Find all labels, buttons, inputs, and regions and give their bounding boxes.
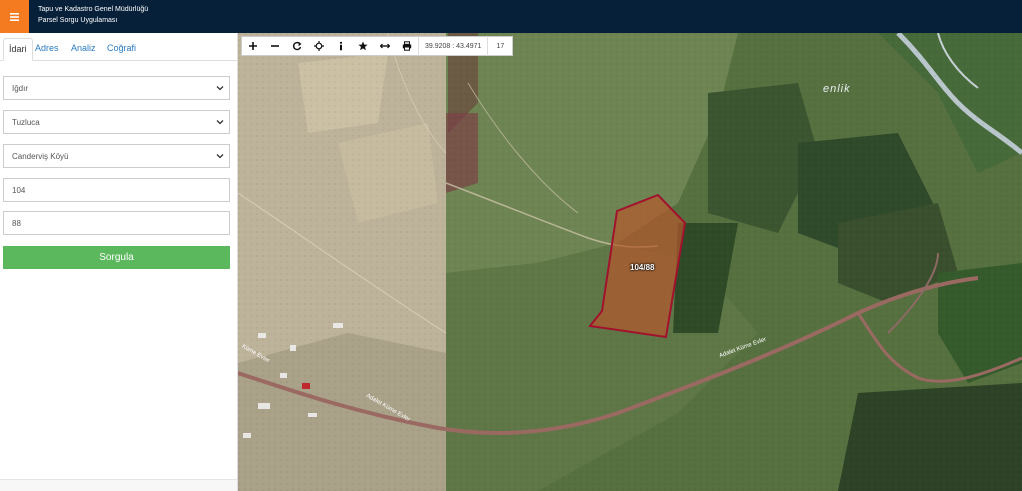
sidebar-footer [0, 479, 237, 491]
locate-button[interactable] [308, 36, 330, 56]
measure-button[interactable] [374, 36, 396, 56]
zoom-out-button[interactable] [264, 36, 286, 56]
district-select[interactable]: Tuzluca [3, 110, 230, 134]
district-select-value: Tuzluca [12, 117, 40, 127]
block-number-value: 104 [12, 185, 26, 195]
sidebar-tabs: İdari Adres Analiz Coğrafi [0, 33, 237, 61]
locate-icon [314, 41, 324, 51]
tab-cografi[interactable]: Coğrafi [102, 38, 141, 61]
star-icon [358, 41, 368, 51]
neighborhood-select-value: Canderviş Köyü [12, 151, 69, 161]
query-button[interactable]: Sorgula [3, 246, 230, 269]
place-label: enlik [823, 83, 851, 95]
chevron-down-icon [216, 120, 224, 125]
zoom-out-icon [271, 45, 279, 47]
coordinate-readout: 39.9208 : 43.4971 [418, 36, 487, 56]
print-button[interactable] [396, 36, 418, 56]
tab-analiz[interactable]: Analiz [66, 38, 101, 61]
chevron-down-icon [216, 154, 224, 159]
province-select[interactable]: Iğdır [3, 76, 230, 100]
parcel-number-value: 88 [12, 218, 21, 228]
refresh-icon [292, 41, 302, 51]
parcel-label: 104/88 [630, 263, 655, 272]
app-title-line2: Parsel Sorgu Uygulaması [38, 17, 118, 24]
info-button[interactable] [330, 36, 352, 56]
info-icon [339, 41, 343, 51]
tab-adres[interactable]: Adres [30, 38, 64, 61]
sidebar: İdari Adres Analiz Coğrafi Iğdır Tuzluca… [0, 33, 238, 491]
print-icon [402, 41, 412, 51]
app-header: Tapu ve Kadastro Genel Müdürlüğü Parsel … [0, 0, 1022, 33]
zoom-in-button[interactable] [242, 36, 264, 56]
province-select-value: Iğdır [12, 83, 29, 93]
hamburger-icon [10, 12, 19, 21]
favorite-button[interactable] [352, 36, 374, 56]
tab-idari[interactable]: İdari [3, 38, 33, 61]
menu-button[interactable] [0, 0, 29, 33]
neighborhood-select[interactable]: Canderviş Köyü [3, 144, 230, 168]
measure-icon [380, 43, 390, 49]
app-title-line1: Tapu ve Kadastro Genel Müdürlüğü [38, 6, 149, 13]
zoom-in-icon [249, 42, 257, 50]
block-number-input[interactable]: 104 [3, 178, 230, 202]
zoom-level-readout: 17 [487, 36, 512, 56]
refresh-button[interactable] [286, 36, 308, 56]
app-title: Tapu ve Kadastro Genel Müdürlüğü Parsel … [38, 4, 148, 26]
parcel-number-input[interactable]: 88 [3, 211, 230, 235]
chevron-down-icon [216, 86, 224, 91]
map-toolbar: 39.9208 : 43.4971 17 [241, 36, 514, 56]
satellite-imagery[interactable] [238, 33, 1022, 491]
map-view[interactable]: enlik 104/88 Adalet Küme Evler Adalet Kü… [238, 33, 1022, 491]
